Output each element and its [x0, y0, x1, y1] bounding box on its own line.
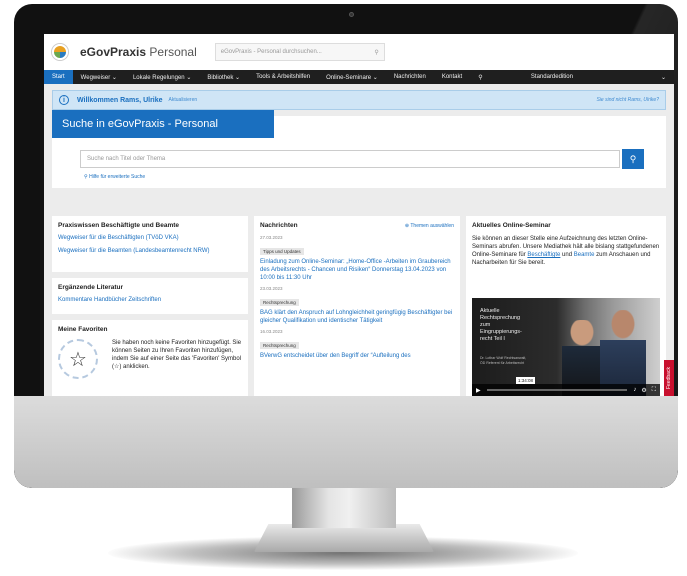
seminar-text: Sie können an dieser Stelle eine Aufzeic… [472, 235, 660, 267]
practice-card: Praxiswissen Beschäftigte und Beamte Weg… [52, 216, 248, 272]
news-item: 23.03.2023 Rechtsprechung BAG klärt den … [260, 286, 454, 325]
nav-item-nachrichten[interactable]: Nachrichten [386, 70, 434, 84]
nav-item-tools[interactable]: Tools & Arbeitshilfen [248, 70, 318, 84]
monitor: eGovPraxis Personal eGovPraxis - Persona… [14, 4, 678, 488]
main-nav: Start Wegweiser ⌄ Lokale Regelungen ⌄ Bi… [44, 70, 674, 84]
themes-link-label: Themen auswählen [410, 222, 454, 229]
play-icon[interactable]: ▶ [476, 387, 481, 394]
edition-select[interactable]: Standardedition ⌄ [531, 74, 674, 81]
video-progress[interactable] [486, 389, 628, 391]
news-tag: Rechtsprechung [260, 299, 299, 306]
news-date: 23.03.2023 [260, 286, 283, 291]
advanced-search-link[interactable]: ⚲ Hilfe für erweiterte Suche [84, 174, 145, 180]
favorites-title: Meine Favoriten [58, 326, 108, 333]
news-item: 27.03.2023 Tipps und Updates Einladung z… [260, 235, 454, 282]
search-button[interactable]: ⚲ [622, 149, 644, 169]
seminar-title: Aktuelles Online-Seminar [472, 222, 551, 229]
logo-icon[interactable] [52, 44, 68, 60]
literature-link[interactable]: Kommentare Handbücher Zeitschriften [58, 297, 242, 303]
beschaeftigte-link[interactable]: Beschäftigte [527, 252, 560, 258]
nav-item-kontakt[interactable]: Kontakt [434, 70, 470, 84]
nav-search-icon[interactable]: ⚲ [470, 70, 490, 84]
literature-title: Ergänzende Literatur [58, 284, 124, 291]
beamte-link[interactable]: Beamte [574, 252, 595, 258]
video-control-icons: ♪ ⚙ ⛶ [633, 387, 656, 394]
favorites-card: Meine Favoriten ☆ Sie haben noch keine F… [52, 320, 248, 396]
volume-icon[interactable]: ♪ [633, 387, 636, 394]
video-controls: ▶ ♪ ⚙ ⛶ [472, 384, 660, 396]
seminar-card: Aktuelles Online-Seminar Sie können an d… [466, 216, 666, 396]
feedback-tab[interactable]: Feedback [664, 360, 674, 396]
seminar-text-2: und [560, 252, 574, 258]
search-placeholder: Suche nach Titel oder Thema [87, 156, 166, 162]
edition-select-value: Standardedition [530, 74, 573, 80]
content-columns: Praxiswissen Beschäftigte und Beamte Weg… [52, 216, 666, 396]
nav-item-start[interactable]: Start [44, 70, 73, 84]
camera-icon [349, 12, 354, 17]
news-title-link[interactable]: BVerwG entscheidet über den Begriff der … [260, 352, 454, 360]
practice-title: Praxiswissen Beschäftigte und Beamte [58, 222, 180, 229]
search-title: Suche in eGovPraxis - Personal [52, 110, 274, 138]
news-date: 16.03.2023 [260, 329, 283, 334]
search-icon[interactable]: ⚲ [374, 49, 378, 56]
gear-icon[interactable]: ⚙ [641, 387, 646, 394]
star-icon: ☆ [58, 339, 98, 379]
monitor-chin [14, 396, 678, 488]
nav-item-bibliothek[interactable]: Bibliothek ⌄ [199, 70, 248, 84]
practice-link-beamte[interactable]: Wegweiser für die Beamten (Landesbeamten… [58, 248, 242, 254]
brand-title[interactable]: eGovPraxis Personal [80, 45, 197, 59]
monitor-foot [254, 524, 434, 552]
news-title: Nachrichten [260, 222, 298, 229]
advanced-search-label: Hilfe für erweiterte Suche [89, 174, 146, 180]
monitor-stand [292, 486, 396, 528]
practice-link-tvoed[interactable]: Wegweiser für die Beschäftigten (TVöD VK… [58, 235, 242, 241]
seminar-video[interactable]: Aktuelle Rechtsprechung zum Eingruppieru… [472, 298, 660, 396]
news-tag: Rechtsprechung [260, 342, 299, 349]
update-link[interactable]: Aktualisieren [169, 97, 198, 103]
nav-item-wegweiser[interactable]: Wegweiser ⌄ [73, 70, 125, 84]
not-you-link[interactable]: Sie sind nicht Rams, Ulrike? [596, 97, 659, 103]
nav-item-lokale-regelungen[interactable]: Lokale Regelungen ⌄ [125, 70, 199, 84]
video-title: Aktuelle Rechtsprechung zum Eingruppieru… [480, 308, 522, 342]
favorites-text: Sie haben noch keine Favoriten hinzugefü… [112, 340, 242, 370]
brand-name: eGovPraxis [80, 45, 147, 59]
stage: eGovPraxis Personal eGovPraxis - Persona… [0, 0, 687, 576]
news-item: 16.03.2023 Rechtsprechung BVerwG entsche… [260, 329, 454, 360]
chevron-down-icon: ⌄ [660, 74, 666, 81]
favorites-empty: ☆ Sie haben noch keine Favoriten hinzuge… [58, 339, 242, 379]
search-input[interactable]: Suche nach Titel oder Thema [80, 150, 620, 168]
news-header: Nachrichten ⊕ Themen auswählen [260, 222, 454, 229]
welcome-banner: i Willkommen Rams, Ulrike Aktualisieren … [52, 90, 666, 110]
nav-item-online-seminare[interactable]: Online-Seminare ⌄ [318, 70, 386, 84]
news-title-link[interactable]: BAG klärt den Anspruch auf Lohngleichhei… [260, 309, 454, 325]
header-search-placeholder: eGovPraxis - Personal durchsuchen... [220, 49, 322, 55]
welcome-text: Willkommen Rams, Ulrike [77, 96, 163, 104]
news-tag: Tipps und Updates [260, 248, 304, 255]
screen: eGovPraxis Personal eGovPraxis - Persona… [44, 34, 674, 396]
top-header: eGovPraxis Personal eGovPraxis - Persona… [44, 34, 674, 70]
brand-edition: Personal [149, 45, 197, 59]
search-panel: Suche in eGovPraxis - Personal Suche nac… [52, 110, 666, 188]
fullscreen-icon[interactable]: ⛶ [652, 387, 656, 394]
news-title-link[interactable]: Einladung zum Online-Seminar: „Home-Offi… [260, 258, 454, 282]
video-meta: Dr. Lothar Wolf Rechtsanwalt, ÖD Referen… [480, 356, 527, 365]
news-card: Nachrichten ⊕ Themen auswählen 27.03.202… [254, 216, 460, 396]
info-icon: i [59, 95, 69, 105]
news-date: 27.03.2023 [260, 235, 283, 240]
video-duration: 1:34:08 [516, 377, 536, 384]
themes-link[interactable]: ⊕ Themen auswählen [405, 223, 454, 229]
literature-card: Ergänzende Literatur Kommentare Handbüch… [52, 278, 248, 314]
header-search-input[interactable]: eGovPraxis - Personal durchsuchen... ⚲ [214, 43, 385, 61]
